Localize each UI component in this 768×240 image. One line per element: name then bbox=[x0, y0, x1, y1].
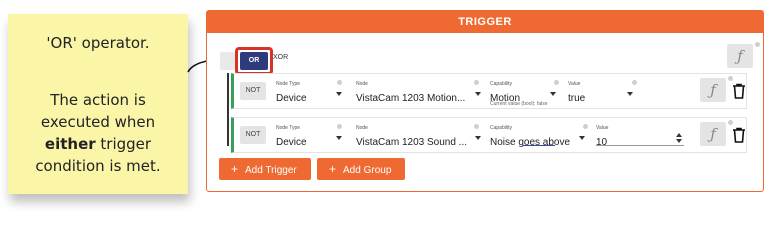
value-label: Value bbox=[596, 125, 609, 131]
chevron-down-icon bbox=[475, 136, 481, 140]
value-select[interactable]: Value true bbox=[568, 81, 634, 106]
note-line-4: condition is met. bbox=[35, 157, 161, 175]
node-value: VistaCam 1203 Motion... bbox=[356, 93, 466, 104]
plus-icon: + bbox=[329, 162, 337, 176]
info-icon bbox=[337, 124, 342, 129]
operator-highlight bbox=[235, 47, 273, 75]
value-input[interactable]: Value 10 bbox=[596, 125, 684, 150]
node-type-label: Node Type bbox=[276, 81, 301, 87]
chevron-down-icon bbox=[579, 136, 585, 140]
node-select[interactable]: Node VistaCam 1203 Motion... bbox=[356, 81, 481, 106]
node-select[interactable]: Node VistaCam 1203 Sound ... bbox=[356, 125, 481, 150]
chevron-down-icon bbox=[627, 92, 633, 96]
node-value: VistaCam 1203 Sound ... bbox=[356, 137, 467, 148]
group-function-button[interactable]: ƒ bbox=[727, 44, 753, 68]
info-icon bbox=[728, 120, 733, 125]
node-type-value: Device bbox=[276, 137, 307, 148]
capability-label: Capability bbox=[490, 125, 512, 131]
info-icon bbox=[632, 80, 637, 85]
add-trigger-label: Add Trigger bbox=[245, 165, 297, 176]
not-button[interactable]: NOT bbox=[240, 126, 266, 144]
group-info-icon bbox=[755, 42, 760, 47]
operator-and-toggle[interactable] bbox=[220, 52, 236, 70]
node-type-select[interactable]: Node Type Device bbox=[276, 81, 344, 106]
add-group-button[interactable]: + Add Group bbox=[317, 158, 405, 180]
note-line-3: either trigger bbox=[14, 133, 182, 155]
trigger-panel: TRIGGER OR XOR ƒ NOT Node Type Device No… bbox=[206, 10, 764, 192]
trigger-row: NOT Node Type Device Node VistaCam 1203 … bbox=[231, 73, 747, 109]
plus-icon: + bbox=[231, 162, 239, 176]
sticky-note: 'OR' operator. The action is executed wh… bbox=[8, 14, 188, 194]
add-group-label: Add Group bbox=[343, 165, 392, 176]
info-icon bbox=[728, 76, 733, 81]
note-body: The action is executed when either trigg… bbox=[14, 89, 182, 177]
note-emphasis: either bbox=[44, 135, 96, 153]
chevron-down-icon bbox=[336, 92, 342, 96]
function-button[interactable]: ƒ bbox=[700, 78, 726, 102]
node-type-select[interactable]: Node Type Device bbox=[276, 125, 344, 150]
operator-xor-button[interactable]: XOR bbox=[273, 54, 288, 61]
info-icon bbox=[337, 80, 342, 85]
number-stepper-icon[interactable] bbox=[676, 133, 682, 143]
trash-icon[interactable] bbox=[732, 127, 746, 143]
trigger-header: TRIGGER bbox=[207, 11, 763, 33]
note-line-3-rest: trigger bbox=[95, 135, 152, 153]
node-label: Node bbox=[356, 125, 368, 131]
not-button[interactable]: NOT bbox=[240, 82, 266, 100]
capability-label: Capability bbox=[490, 81, 512, 87]
node-type-value: Device bbox=[276, 93, 307, 104]
note-line-1: The action is bbox=[50, 91, 146, 109]
trash-icon[interactable] bbox=[732, 83, 746, 99]
chevron-down-icon bbox=[550, 92, 556, 96]
info-icon bbox=[474, 124, 479, 129]
note-title: 'OR' operator. bbox=[46, 34, 150, 52]
value-value: 10 bbox=[596, 137, 608, 148]
capability-value: Noise goes above bbox=[490, 137, 571, 148]
chevron-down-icon bbox=[336, 136, 342, 140]
note-line-2: executed when bbox=[40, 113, 156, 131]
add-trigger-button[interactable]: + Add Trigger bbox=[219, 158, 311, 180]
trigger-row: NOT Node Type Device Node VistaCam 1203 … bbox=[231, 117, 747, 153]
function-button[interactable]: ƒ bbox=[700, 122, 726, 146]
info-icon bbox=[474, 80, 479, 85]
value-value: true bbox=[568, 93, 586, 104]
capability-hint: Current value (bool): false bbox=[490, 101, 548, 107]
value-underline bbox=[596, 145, 684, 146]
value-label: Value bbox=[568, 81, 581, 87]
node-type-label: Node Type bbox=[276, 125, 301, 131]
capability-select[interactable]: Capability Noise goes above bbox=[490, 125, 586, 150]
info-icon bbox=[583, 124, 588, 129]
info-icon bbox=[554, 80, 559, 85]
group-bracket bbox=[227, 73, 229, 146]
chevron-down-icon bbox=[475, 92, 481, 96]
capability-focus-line bbox=[523, 145, 555, 146]
node-label: Node bbox=[356, 81, 368, 87]
